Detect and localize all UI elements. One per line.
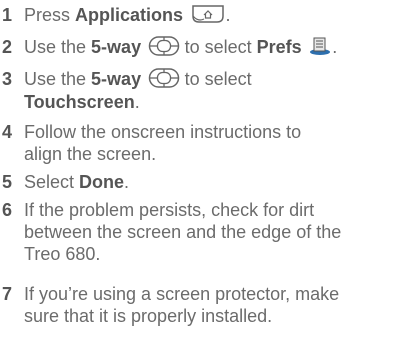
step-text-line: align the screen. [24, 144, 157, 164]
five-way-navigator-icon [148, 35, 180, 57]
step-text-pre: Select [24, 172, 80, 192]
step-text: If the problem persists, check for dirt b… [24, 199, 412, 265]
step-text-post: . [225, 5, 231, 25]
step-text-line: between the screen and the edge of the [24, 222, 342, 242]
applications-icon [190, 4, 226, 24]
step-text: Select Done. [24, 171, 412, 193]
step-text-line: Follow the onscreen instructions to [24, 122, 302, 142]
step-text-line: If you’re using a screen protector, make [24, 284, 340, 304]
step-number: 5 [2, 172, 13, 192]
step-text: If you’re using a screen protector, make… [24, 283, 412, 327]
step-text: Follow the onscreen instructions to align… [24, 121, 412, 165]
step-text-line: sure that it is properly installed. [24, 306, 273, 326]
step-text: Use the 5-way to select Touchscreen. [24, 68, 412, 113]
five-way-navigator-icon [148, 67, 180, 89]
five-way-label: 5-way [91, 37, 142, 57]
step-number: 6 [2, 200, 13, 220]
prefs-icon [308, 36, 332, 56]
step-text-post: . [134, 92, 140, 113]
touchscreen-label: Touchscreen [24, 92, 135, 113]
applications-label: Applications [75, 5, 184, 25]
prefs-label: Prefs [256, 37, 302, 57]
step-text: Press Applications . [24, 4, 412, 26]
step-text-pre: Use the [24, 69, 92, 89]
step-number: 7 [2, 284, 13, 304]
five-way-label: 5-way [91, 69, 142, 89]
step-number: 3 [2, 69, 13, 89]
step-text: Use the 5-way to select Prefs . [24, 36, 412, 59]
step-text-line: If the problem persists, check for dirt [24, 200, 315, 220]
done-label: Done [79, 172, 125, 192]
step-text-line: Treo 680. [24, 244, 101, 264]
step-text-pre: Use the [24, 37, 92, 57]
step-text-mid: to select [179, 69, 252, 89]
step-text-post: . [124, 172, 130, 192]
step-number: 1 [2, 5, 13, 25]
step-text-mid: to select [179, 37, 257, 57]
step-number: 4 [2, 122, 13, 142]
step-text-pre: Press [24, 5, 76, 25]
step-number: 2 [2, 37, 13, 57]
step-text-post: . [332, 37, 338, 57]
